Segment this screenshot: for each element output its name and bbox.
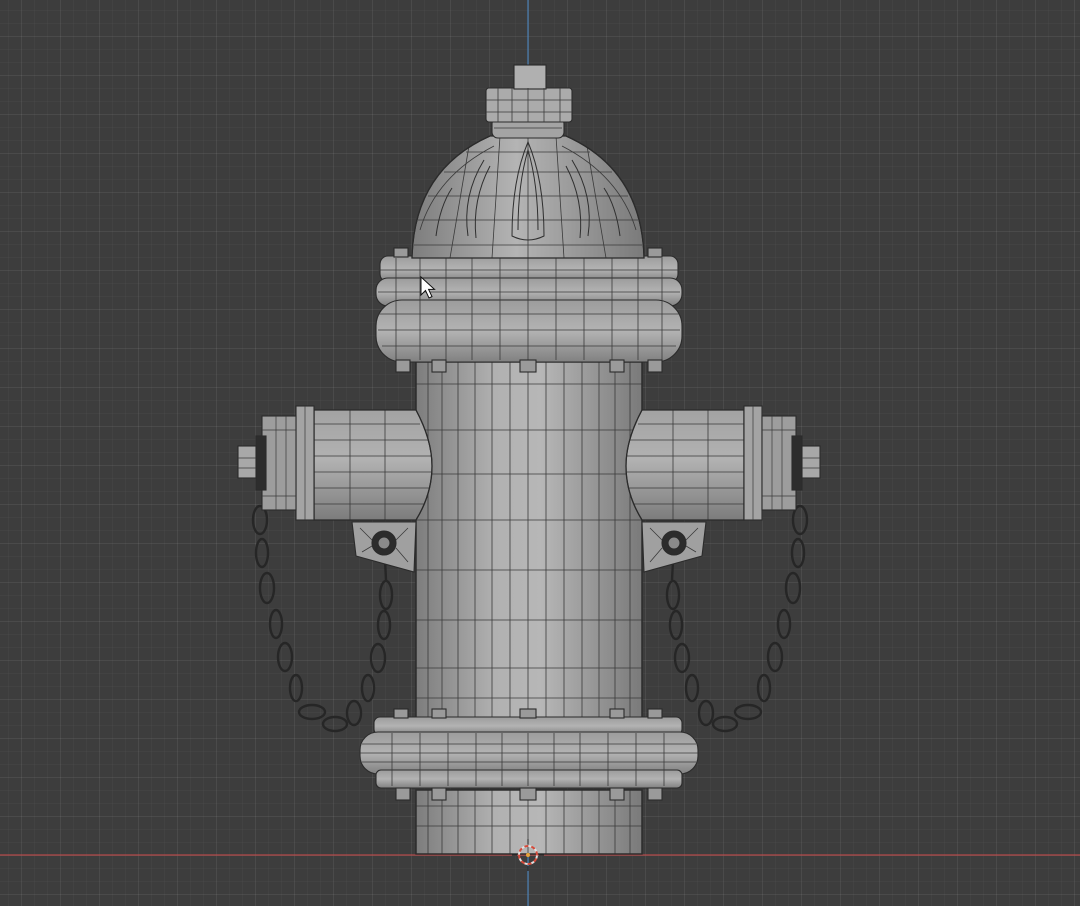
base-bolts-top [393,708,663,719]
base-flange [359,716,699,789]
dome-bonnet [411,135,645,259]
viewport-scene [0,0,1080,906]
3d-viewport[interactable] [0,0,1080,906]
base-bolts-bottom [395,787,663,801]
top-bolts-lower [395,359,663,373]
operating-nut [485,64,573,139]
right-chain-hook [641,521,707,573]
right-nozzle [625,405,821,521]
barrel [415,361,643,721]
fire-hydrant-model[interactable] [237,64,821,855]
left-nozzle [237,405,433,521]
left-chain-hook [351,521,417,573]
top-flange [375,255,683,363]
